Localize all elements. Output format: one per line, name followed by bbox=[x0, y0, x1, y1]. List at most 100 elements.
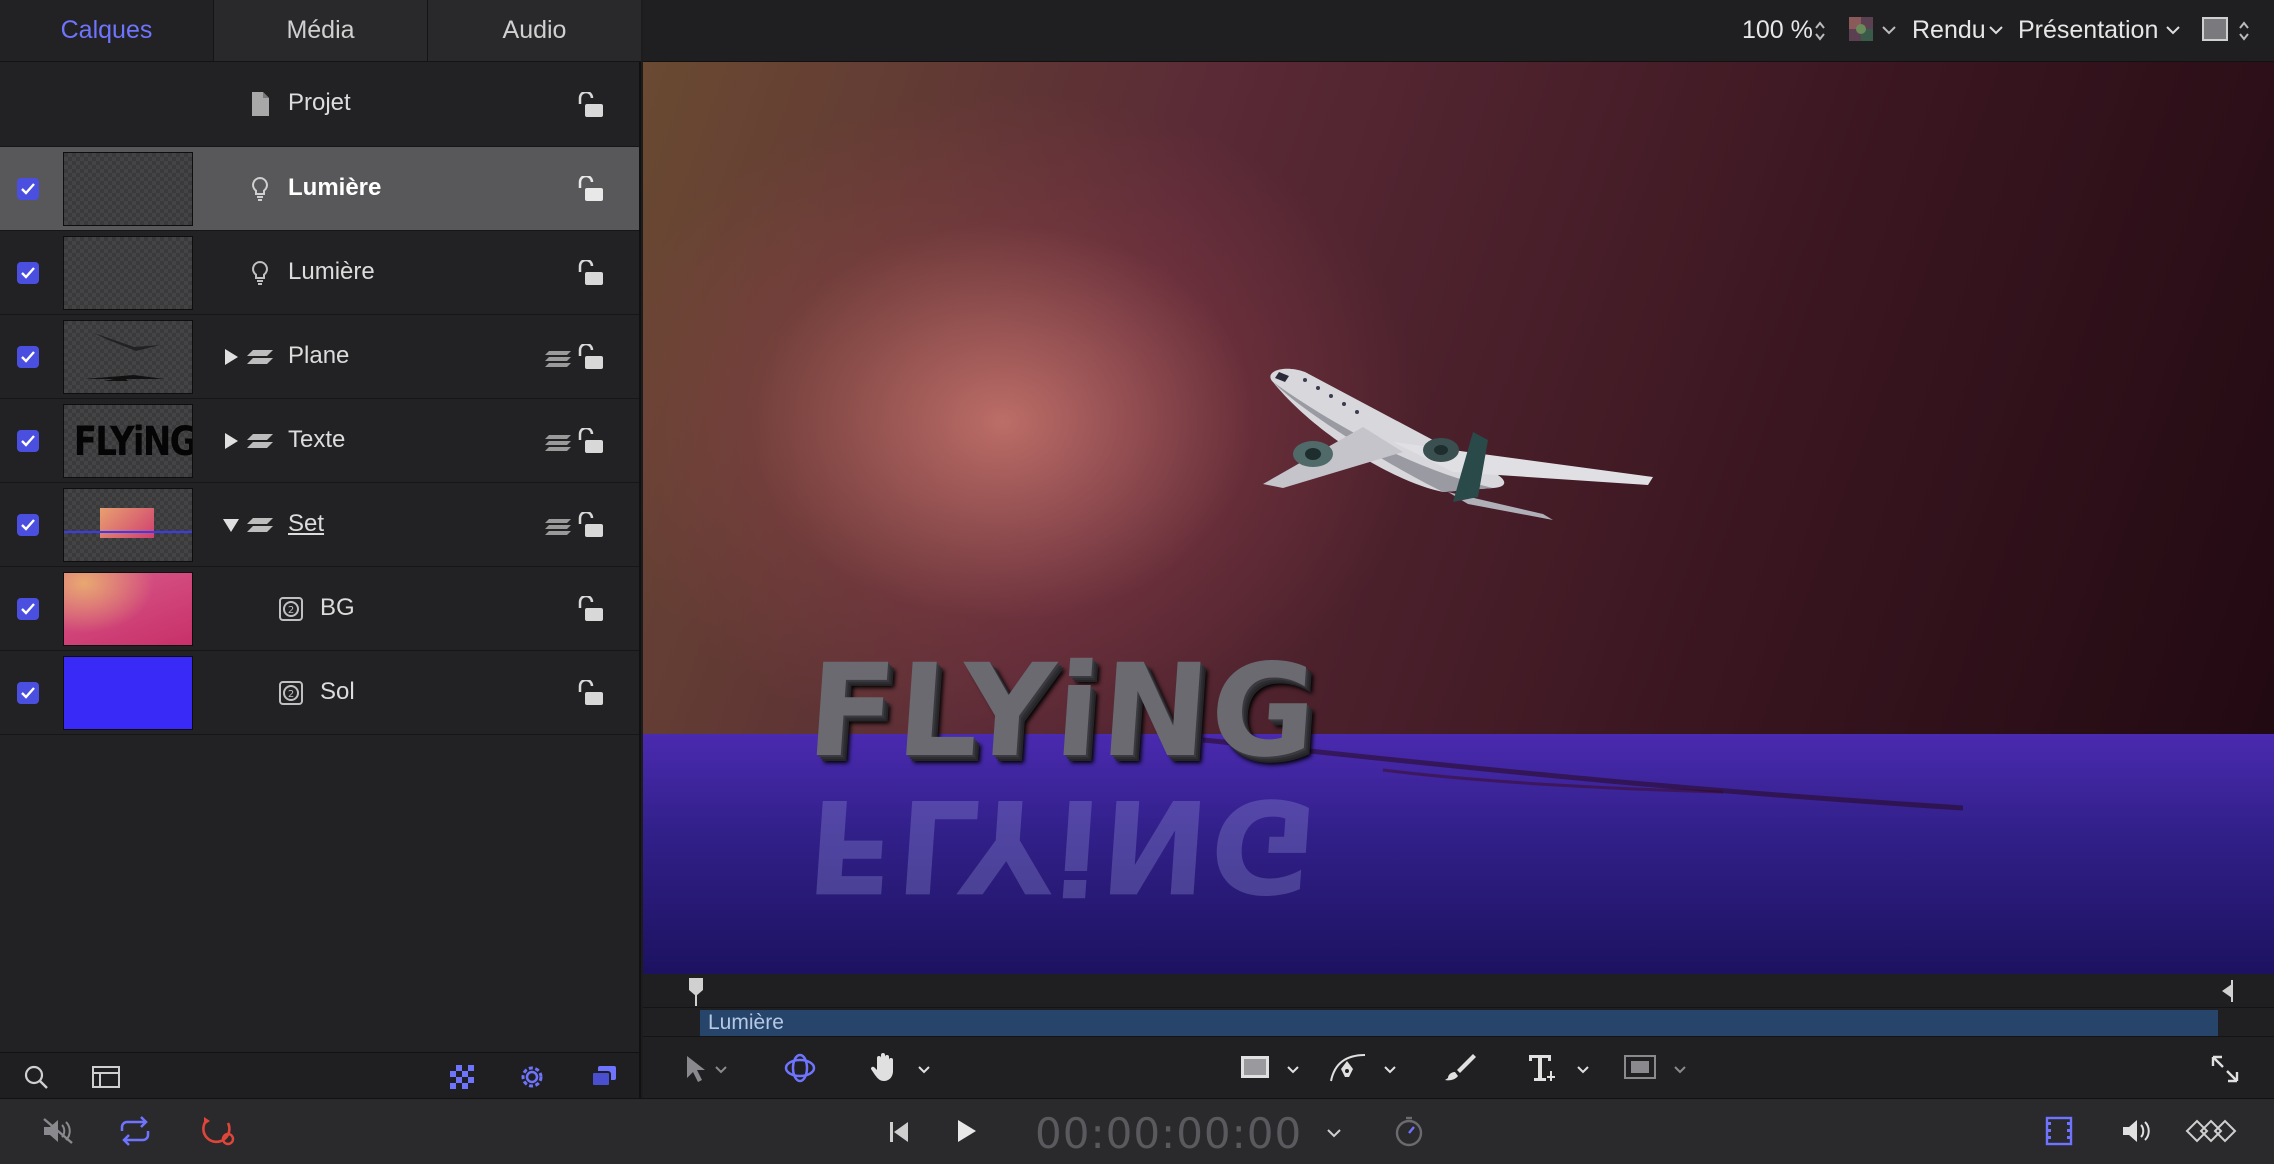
group-icon bbox=[247, 518, 273, 532]
checkmark-icon bbox=[21, 183, 35, 195]
layer-row-set[interactable]: Set bbox=[0, 483, 639, 567]
chevron-down-icon[interactable] bbox=[1326, 1127, 1342, 1139]
layer-visibility-checkbox[interactable] bbox=[17, 682, 39, 704]
svg-text:2: 2 bbox=[288, 605, 294, 616]
chevron-down-icon[interactable] bbox=[1286, 1065, 1300, 1075]
chevron-down-icon[interactable] bbox=[2165, 24, 2181, 36]
expand-fullscreen-icon[interactable] bbox=[2209, 1053, 2241, 1085]
layer-row-floor[interactable]: 2 Sol bbox=[0, 651, 639, 735]
layer-thumbnail bbox=[63, 152, 193, 226]
layer-row-bg[interactable]: 2 BG bbox=[0, 567, 639, 651]
loop-icon[interactable] bbox=[116, 1115, 154, 1147]
timeline-clip[interactable]: Lumière bbox=[700, 1010, 2218, 1037]
bezier-pen-icon[interactable] bbox=[1329, 1051, 1369, 1083]
unlock-icon[interactable] bbox=[576, 92, 606, 120]
unlock-icon[interactable] bbox=[576, 680, 606, 708]
title-3d-text[interactable]: FLYiNG bbox=[803, 637, 1323, 786]
search-icon[interactable] bbox=[22, 1063, 50, 1091]
new-layer-icon[interactable] bbox=[90, 1063, 122, 1091]
mask-tool-icon[interactable] bbox=[1623, 1053, 1657, 1081]
render-menu[interactable]: Rendu bbox=[1912, 16, 1986, 45]
tab-layers[interactable]: Calques bbox=[0, 0, 214, 61]
layer-visibility-checkbox[interactable] bbox=[17, 430, 39, 452]
unlock-icon[interactable] bbox=[576, 344, 606, 372]
title-reflection: FLYiNG bbox=[802, 770, 1324, 919]
light-bulb-icon bbox=[252, 260, 268, 285]
checkmark-icon bbox=[21, 267, 35, 279]
canvas-tools bbox=[643, 1036, 2274, 1098]
layer-visibility-checkbox[interactable] bbox=[17, 598, 39, 620]
tab-media[interactable]: Média bbox=[214, 0, 428, 61]
checkerboard-icon[interactable] bbox=[448, 1063, 476, 1091]
canvas-viewer[interactable]: FLYiNG FLYiNG bbox=[643, 62, 2274, 974]
layer-label: Set bbox=[288, 510, 325, 537]
unlock-icon[interactable] bbox=[576, 596, 606, 624]
layout-stepper-icon[interactable] bbox=[2237, 19, 2251, 43]
tab-audio[interactable]: Audio bbox=[428, 0, 641, 61]
layer-visibility-checkbox[interactable] bbox=[17, 262, 39, 284]
keyframe-editor-icon[interactable] bbox=[2185, 1115, 2237, 1147]
timer-icon[interactable] bbox=[1392, 1114, 1426, 1148]
disclosure-triangle-collapsed-icon[interactable] bbox=[222, 348, 240, 366]
layer-row-light-1[interactable]: Lumière bbox=[0, 147, 639, 231]
layer-label: Lumière bbox=[288, 258, 375, 285]
checkmark-icon bbox=[21, 687, 35, 699]
gear-icon[interactable] bbox=[518, 1063, 546, 1091]
layer-thumbnail bbox=[63, 656, 193, 730]
timeline-ruler[interactable] bbox=[643, 974, 2274, 1008]
chevron-down-icon[interactable] bbox=[1881, 24, 1897, 36]
speaker-icon[interactable] bbox=[2120, 1115, 2154, 1147]
shape-rectangle-icon[interactable] bbox=[1239, 1053, 1271, 1081]
layer-label: Sol bbox=[320, 678, 355, 705]
presentation-menu[interactable]: Présentation bbox=[2018, 16, 2158, 45]
record-keyframe-icon[interactable] bbox=[198, 1113, 238, 1149]
color-channel-icon[interactable] bbox=[1848, 16, 1874, 42]
transport-bar: 00:00:00:00 bbox=[0, 1098, 2274, 1164]
unlock-icon[interactable] bbox=[576, 512, 606, 540]
set-thumbnail-floor bbox=[64, 531, 192, 533]
generator-icon: 2 bbox=[279, 681, 303, 705]
layer-row-plane[interactable]: Plane bbox=[0, 315, 639, 399]
airplane-model[interactable] bbox=[1243, 342, 1683, 532]
layer-visibility-checkbox[interactable] bbox=[17, 514, 39, 536]
zoom-stepper-icon[interactable] bbox=[1813, 19, 1827, 43]
play-icon[interactable] bbox=[954, 1117, 978, 1145]
chevron-down-icon[interactable] bbox=[1576, 1065, 1590, 1075]
group-icon bbox=[247, 350, 273, 364]
panel-tabs: Calques Média Audio bbox=[0, 0, 641, 62]
text-tool-icon[interactable] bbox=[1527, 1051, 1559, 1083]
3d-orbit-icon[interactable] bbox=[783, 1052, 817, 1084]
pan-hand-icon[interactable] bbox=[869, 1051, 899, 1083]
disclosure-triangle-collapsed-icon[interactable] bbox=[222, 432, 240, 450]
layer-thumbnail bbox=[63, 236, 193, 310]
layers-stack-icon[interactable] bbox=[588, 1063, 620, 1091]
chevron-down-icon[interactable] bbox=[1673, 1065, 1687, 1075]
speaker-muted-icon[interactable] bbox=[40, 1115, 76, 1147]
go-to-start-icon[interactable] bbox=[888, 1119, 910, 1145]
layer-row-text[interactable]: FLYiNG Texte bbox=[0, 399, 639, 483]
disclosure-triangle-expanded-icon[interactable] bbox=[222, 516, 240, 534]
chevron-down-icon[interactable] bbox=[1383, 1065, 1397, 1075]
generator-icon: 2 bbox=[279, 597, 303, 621]
unlock-icon[interactable] bbox=[576, 260, 606, 288]
chevron-down-icon[interactable] bbox=[1988, 24, 2004, 36]
view-layout-icon[interactable] bbox=[2201, 16, 2229, 42]
layer-row-light-2[interactable]: Lumière bbox=[0, 231, 639, 315]
out-point-marker-icon[interactable] bbox=[2220, 978, 2236, 1004]
layer-thumbnail: FLYiNG bbox=[63, 404, 193, 478]
timecode-display[interactable]: 00:00:00:00 bbox=[1035, 1109, 1302, 1158]
checkmark-icon bbox=[21, 519, 35, 531]
layer-visibility-checkbox[interactable] bbox=[17, 346, 39, 368]
select-arrow-icon[interactable] bbox=[683, 1054, 709, 1084]
chevron-down-icon[interactable] bbox=[917, 1065, 931, 1075]
unlock-icon[interactable] bbox=[576, 428, 606, 456]
chevron-down-icon[interactable] bbox=[714, 1065, 728, 1075]
in-point-marker-icon[interactable] bbox=[687, 976, 705, 1006]
timeline-view-icon[interactable] bbox=[2044, 1115, 2074, 1147]
unlock-icon[interactable] bbox=[576, 176, 606, 204]
layer-visibility-checkbox[interactable] bbox=[17, 178, 39, 200]
layer-row-project[interactable]: Projet bbox=[0, 63, 639, 147]
svg-text:2: 2 bbox=[288, 689, 294, 700]
paint-brush-icon[interactable] bbox=[1443, 1051, 1477, 1083]
zoom-level[interactable]: 100 % bbox=[1742, 16, 1813, 45]
